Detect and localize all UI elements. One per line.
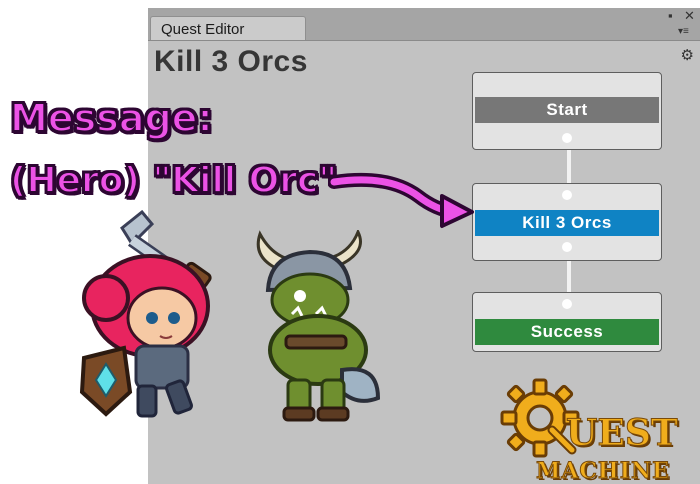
close-icon[interactable]: ✕ (684, 8, 695, 24)
node-start-label: Start (475, 97, 659, 123)
logo-quest-text: UEST (566, 412, 679, 455)
gear-icon[interactable]: ⚙ (681, 46, 694, 64)
message-heading: Message: (9, 95, 214, 141)
maximize-icon[interactable]: ▪ (668, 8, 673, 24)
tab-label: Quest Editor (161, 21, 245, 38)
node-output-connector[interactable] (562, 242, 572, 252)
orc-icon (256, 230, 381, 422)
tab-bar: Quest Editor ▪ ✕ ▾≡ (148, 8, 700, 41)
node-output-connector[interactable] (562, 133, 572, 143)
node-success[interactable]: Success (472, 292, 662, 352)
logo-machine-text: MACHINE (536, 458, 670, 484)
node-kill-orcs[interactable]: Kill 3 Orcs (472, 183, 662, 261)
node-start[interactable]: Start (472, 72, 662, 150)
node-kill-orcs-label: Kill 3 Orcs (475, 210, 659, 236)
message-text: (Hero) "Kill Orc" (9, 159, 338, 202)
hero-icon (79, 210, 212, 418)
menu-icon[interactable]: ▾≡ (678, 24, 689, 40)
node-input-connector[interactable] (562, 190, 572, 200)
arrow-icon (328, 172, 474, 228)
node-input-connector[interactable] (562, 299, 572, 309)
node-success-label: Success (475, 319, 659, 345)
tab-quest-editor[interactable]: Quest Editor (150, 16, 306, 40)
quest-title: Kill 3 Orcs (154, 45, 308, 78)
